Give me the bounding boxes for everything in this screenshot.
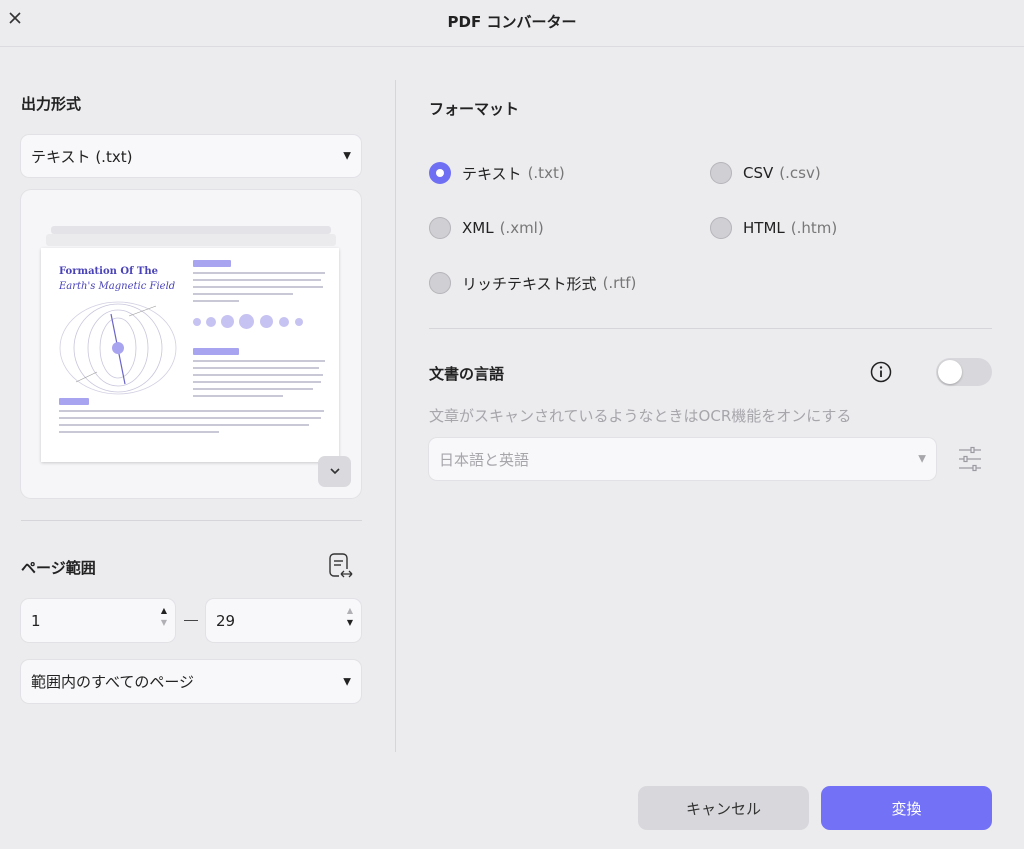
- format-option-html[interactable]: HTML (.htm): [710, 217, 837, 239]
- cancel-button[interactable]: キャンセル: [638, 786, 809, 830]
- radio-extension: (.csv): [779, 164, 821, 182]
- ocr-hint-text: 文章がスキャンされているようなときはOCR機能をオンにする: [429, 407, 852, 425]
- radio-unselected[interactable]: [710, 162, 732, 184]
- preview-section-tag: [193, 260, 231, 267]
- convert-button[interactable]: 変換: [821, 786, 992, 830]
- format-option-xml[interactable]: XML (.xml): [429, 217, 544, 239]
- preview-planet: [279, 317, 289, 327]
- format-option-csv[interactable]: CSV (.csv): [710, 162, 821, 184]
- caret-down-icon: ▼: [343, 676, 351, 687]
- language-settings-icon[interactable]: [958, 446, 982, 472]
- magnetic-field-illustration: [59, 301, 177, 395]
- format-heading: フォーマット: [429, 100, 520, 118]
- info-icon[interactable]: [870, 361, 892, 383]
- radio-extension: (.xml): [499, 219, 544, 237]
- preview-text-line: [59, 417, 321, 419]
- preview-section-tag: [59, 398, 89, 405]
- page-range-heading: ページ範囲: [21, 559, 96, 577]
- page-from-stepper[interactable]: 1 ▲ ▼: [21, 599, 175, 642]
- preview-planet: [193, 318, 201, 326]
- panel-divider: [395, 80, 396, 752]
- document-preview: Formation Of The Earth's Magnetic Field: [21, 190, 361, 498]
- page-from-value: 1: [31, 611, 41, 630]
- radio-extension: (.rtf): [602, 274, 637, 292]
- preview-planet: [206, 317, 216, 327]
- format-option-txt[interactable]: テキスト (.txt): [429, 162, 565, 184]
- increment-arrow-icon[interactable]: ▲: [161, 607, 167, 615]
- preview-doc-title: Formation Of The: [59, 266, 158, 277]
- preview-text-line: [193, 374, 323, 376]
- decrement-arrow-icon[interactable]: ▼: [161, 619, 167, 627]
- preview-page-thumbnail: Formation Of The Earth's Magnetic Field: [41, 248, 339, 462]
- preview-planet: [295, 318, 303, 326]
- radio-label: リッチテキスト形式: [462, 274, 597, 293]
- preview-text-line: [193, 381, 321, 383]
- preview-text-line: [59, 431, 219, 433]
- radio-unselected[interactable]: [429, 272, 451, 294]
- decrement-arrow-icon[interactable]: ▼: [347, 619, 353, 627]
- title-bar: PDF コンバーター: [0, 0, 1024, 47]
- page-stack-back: [51, 226, 331, 234]
- preview-text-line: [193, 360, 325, 362]
- language-value: 日本語と英語: [439, 450, 530, 469]
- page-scope-value: 範囲内のすべてのページ: [31, 673, 195, 691]
- preview-text-line: [193, 272, 325, 274]
- preview-text-line: [59, 424, 309, 426]
- range-dash: [184, 620, 198, 621]
- preview-text-line: [193, 395, 283, 397]
- output-format-select[interactable]: テキスト (.txt) ▼: [21, 135, 361, 177]
- page-to-value: 29: [216, 611, 236, 630]
- document-language-heading: 文書の言語: [429, 365, 505, 383]
- radio-unselected[interactable]: [710, 217, 732, 239]
- preview-text-line: [193, 279, 321, 281]
- preview-text-line: [193, 300, 239, 302]
- toggle-knob: [938, 360, 962, 384]
- preview-text-line: [193, 293, 293, 295]
- preview-planet: [239, 314, 254, 329]
- page-range-options-icon[interactable]: [328, 553, 354, 581]
- output-format-heading: 出力形式: [21, 95, 82, 113]
- window-title: PDF コンバーター: [447, 13, 577, 31]
- output-format-value: テキスト (.txt): [31, 147, 133, 166]
- preview-text-line: [193, 388, 313, 390]
- radio-selected[interactable]: [429, 162, 451, 184]
- expand-preview-button[interactable]: [318, 456, 351, 487]
- divider: [429, 328, 992, 329]
- format-option-rtf[interactable]: リッチテキスト形式 (.rtf): [429, 272, 636, 294]
- language-select[interactable]: 日本語と英語 ▼: [429, 438, 936, 480]
- caret-down-icon: ▼: [343, 150, 351, 162]
- preview-planet: [260, 315, 273, 328]
- caret-down-icon: ▼: [918, 453, 926, 465]
- divider: [21, 520, 362, 521]
- page-stack-middle: [46, 234, 336, 246]
- radio-unselected[interactable]: [429, 217, 451, 239]
- preview-text-line: [193, 286, 323, 288]
- preview-section-tag: [193, 348, 239, 355]
- radio-label: CSV: [743, 164, 774, 182]
- preview-text-line: [193, 367, 319, 369]
- increment-arrow-icon[interactable]: ▲: [347, 607, 353, 615]
- chevron-down-icon: [329, 468, 340, 475]
- radio-extension: (.txt): [527, 164, 565, 182]
- page-scope-select[interactable]: 範囲内のすべてのページ ▼: [21, 660, 361, 703]
- page-to-stepper[interactable]: 29 ▲ ▼: [206, 599, 361, 642]
- preview-planet: [221, 315, 234, 328]
- ocr-toggle[interactable]: [936, 358, 992, 386]
- preview-text-line: [59, 410, 324, 412]
- radio-label: テキスト: [462, 164, 522, 183]
- preview-doc-subtitle: Earth's Magnetic Field: [59, 281, 176, 292]
- radio-label: XML: [462, 219, 494, 237]
- radio-extension: (.htm): [790, 219, 838, 237]
- radio-label: HTML: [743, 219, 785, 237]
